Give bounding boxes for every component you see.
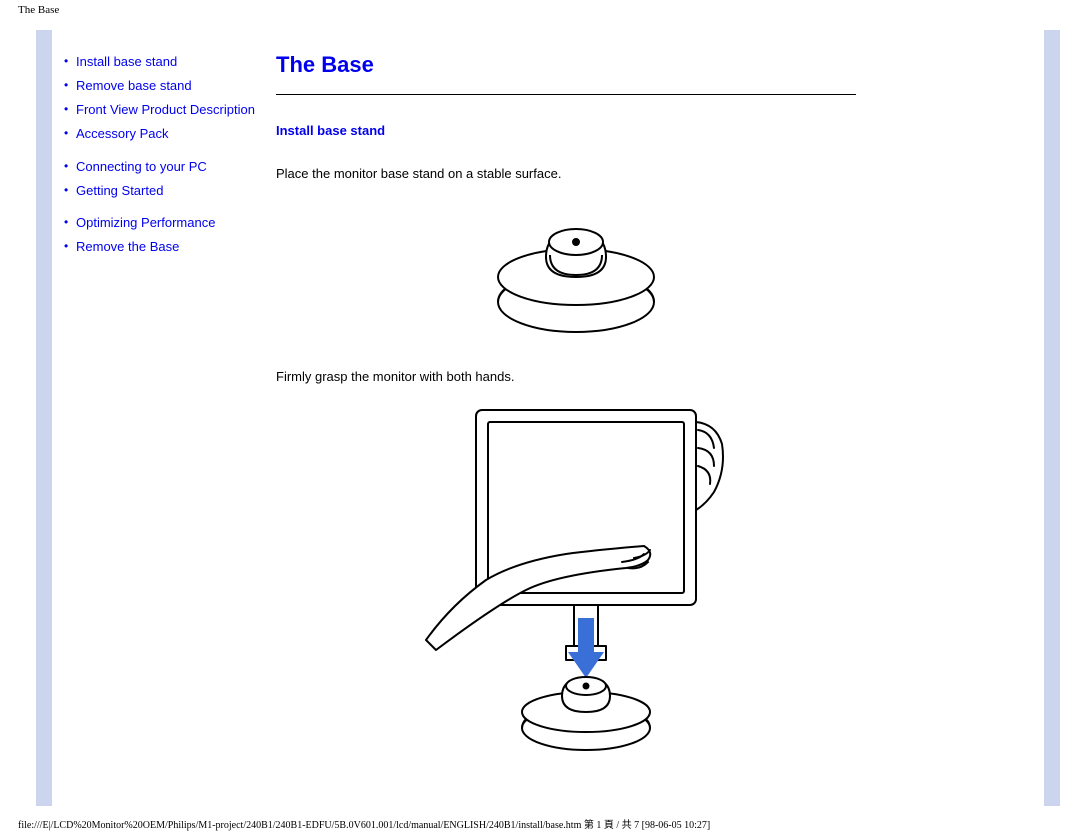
sidebar-nav: Install base stand Remove base stand Fro… [62, 52, 262, 269]
footer-file-path: file:///E|/LCD%20Monitor%20OEM/Philips/M… [18, 816, 710, 831]
header-title: The Base [18, 4, 59, 16]
right-decorative-stripe [1044, 30, 1060, 806]
figure-grasp-monitor [276, 400, 876, 760]
divider [276, 94, 856, 95]
step-2-text: Firmly grasp the monitor with both hands… [276, 369, 876, 384]
content-frame: Install base stand Remove base stand Fro… [52, 30, 1044, 806]
nav-front-view-product-description[interactable]: Front View Product Description [62, 100, 262, 120]
nav-group-2: Connecting to your PC Getting Started [62, 157, 262, 201]
nav-connecting-to-your-pc[interactable]: Connecting to your PC [62, 157, 262, 177]
figure-base-stand [276, 197, 876, 347]
main-content: The Base Install base stand Place the mo… [276, 52, 876, 782]
base-stand-illustration-icon [476, 197, 676, 347]
nav-remove-the-base[interactable]: Remove the Base [62, 237, 262, 257]
grasp-monitor-illustration-icon [396, 400, 756, 760]
page-title: The Base [276, 52, 876, 78]
step-1-text: Place the monitor base stand on a stable… [276, 166, 876, 181]
nav-optimizing-performance[interactable]: Optimizing Performance [62, 213, 262, 233]
nav-getting-started[interactable]: Getting Started [62, 181, 262, 201]
left-decorative-stripe [36, 30, 52, 806]
nav-install-base-stand[interactable]: Install base stand [62, 52, 262, 72]
nav-group-1: Install base stand Remove base stand Fro… [62, 52, 262, 145]
nav-remove-base-stand[interactable]: Remove base stand [62, 76, 262, 96]
section-heading-install-base-stand: Install base stand [276, 123, 876, 138]
nav-accessory-pack[interactable]: Accessory Pack [62, 124, 262, 144]
nav-group-3: Optimizing Performance Remove the Base [62, 213, 262, 257]
